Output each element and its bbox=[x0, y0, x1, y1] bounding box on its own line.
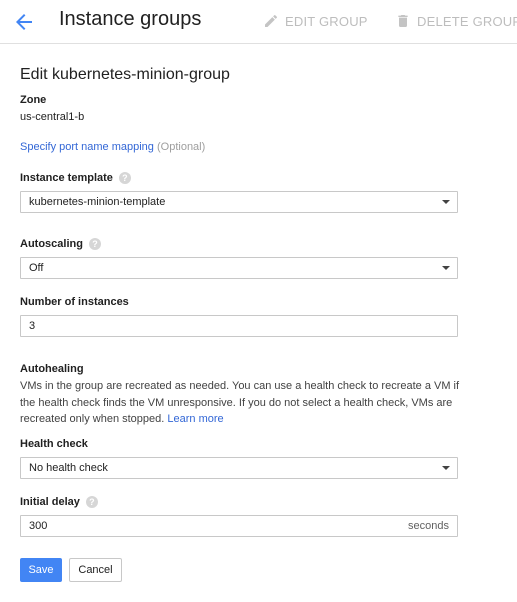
zone-value: us-central1-b bbox=[20, 111, 85, 123]
initial-delay-value: 300 bbox=[29, 520, 48, 532]
trash-icon bbox=[398, 15, 408, 27]
help-icon[interactable]: ? bbox=[88, 238, 101, 250]
autohealing-label: Autohealing bbox=[20, 363, 84, 375]
initial-delay-input[interactable]: 300 seconds bbox=[20, 515, 458, 537]
autoscaling-label: Autoscaling ? bbox=[20, 238, 101, 250]
template-label: Instance template ? bbox=[20, 172, 131, 184]
top-bar: Instance groups EDIT GROUP DELETE GROUP bbox=[0, 0, 517, 44]
learn-more-link[interactable]: Learn more bbox=[167, 413, 223, 425]
dropdown-arrow-icon bbox=[442, 466, 450, 470]
cancel-button[interactable]: Cancel bbox=[69, 558, 122, 582]
seconds-suffix: seconds bbox=[408, 520, 449, 532]
initial-delay-label-text: Initial delay bbox=[20, 496, 80, 508]
zone-label: Zone bbox=[20, 94, 46, 106]
autohealing-label-text: Autohealing bbox=[20, 363, 84, 375]
instances-label-text: Number of instances bbox=[20, 296, 129, 308]
back-button[interactable] bbox=[12, 10, 36, 34]
save-button[interactable]: Save bbox=[20, 558, 62, 582]
dropdown-arrow-icon bbox=[442, 200, 450, 204]
edit-group-button[interactable]: EDIT GROUP bbox=[263, 12, 368, 30]
autoscaling-select[interactable]: Off bbox=[20, 257, 458, 279]
health-check-label-text: Health check bbox=[20, 438, 88, 450]
health-check-select[interactable]: No health check bbox=[20, 457, 458, 479]
optional-hint: (Optional) bbox=[156, 141, 206, 153]
number-of-instances-input[interactable]: 3 bbox=[20, 315, 458, 337]
health-check-value: No health check bbox=[29, 462, 108, 474]
help-icon[interactable]: ? bbox=[118, 172, 131, 184]
form-title: Edit kubernetes-minion-group bbox=[20, 66, 230, 83]
dropdown-arrow-icon bbox=[442, 266, 450, 270]
port-mapping-row: Specify port name mapping (Optional) bbox=[20, 141, 205, 153]
page-title: Instance groups bbox=[59, 8, 202, 30]
autohealing-description: VMs in the group are recreated as needed… bbox=[20, 378, 460, 428]
arrow-back-icon bbox=[16, 14, 32, 30]
delete-group-label: DELETE GROUP bbox=[417, 13, 517, 29]
instance-template-select[interactable]: kubernetes-minion-template bbox=[20, 191, 458, 213]
instance-template-value: kubernetes-minion-template bbox=[29, 196, 166, 208]
edit-group-label: EDIT GROUP bbox=[285, 13, 368, 29]
delete-group-button[interactable]: DELETE GROUP bbox=[395, 12, 517, 30]
zone-label-text: Zone bbox=[20, 94, 47, 106]
autoscaling-label-text: Autoscaling bbox=[20, 238, 83, 250]
instances-input-value: 3 bbox=[29, 320, 36, 332]
autoscaling-value: Off bbox=[29, 262, 44, 274]
port-mapping-link[interactable]: Specify port name mapping bbox=[20, 141, 154, 153]
template-label-text: Instance template bbox=[20, 172, 113, 184]
health-check-label: Health check bbox=[20, 438, 88, 450]
initial-delay-label: Initial delay ? bbox=[20, 496, 98, 508]
help-icon[interactable]: ? bbox=[85, 496, 98, 508]
instances-label: Number of instances bbox=[20, 296, 129, 308]
autohealing-description-text: VMs in the group are recreated as needed… bbox=[20, 380, 460, 425]
pencil-icon bbox=[265, 14, 278, 27]
